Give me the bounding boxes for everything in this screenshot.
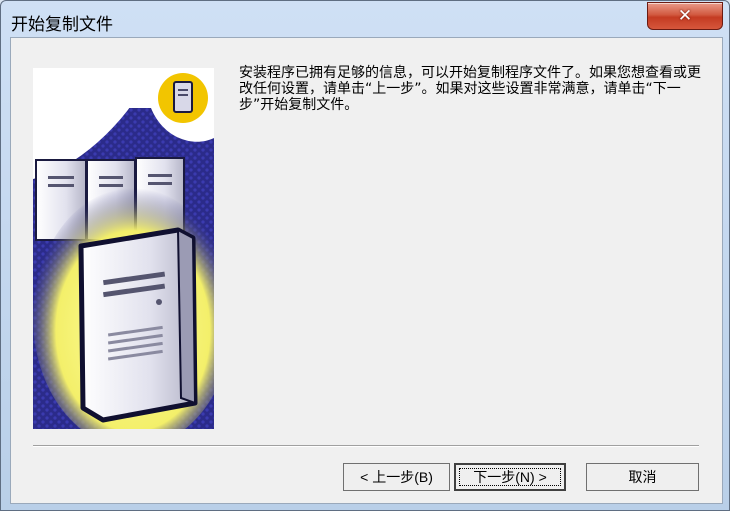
focus-rectangle <box>459 468 561 486</box>
close-button[interactable]: ✕ <box>647 2 723 30</box>
close-icon: ✕ <box>677 6 693 26</box>
back-button[interactable]: < 上一步(B) <box>343 463 450 491</box>
next-button[interactable]: 下一步(N) > <box>454 463 566 491</box>
title-bar[interactable]: 开始复制文件 ✕ <box>1 1 729 37</box>
cancel-button[interactable]: 取消 <box>586 463 699 491</box>
dialog-body: 安装程序已拥有足够的信息，可以开始复制程序文件了。如果您想查看或更改任何设置，请… <box>10 37 723 504</box>
setup-message: 安装程序已拥有足够的信息，可以开始复制程序文件了。如果您想查看或更改任何设置，请… <box>239 65 701 113</box>
setup-dialog-window: 开始复制文件 ✕ 安装程序已拥有足够的信息，可以开始复制程序文件了。如果您想查看… <box>0 0 730 511</box>
window-title: 开始复制文件 <box>11 15 113 35</box>
servers-illustration <box>33 68 214 429</box>
separator-line <box>33 445 699 447</box>
